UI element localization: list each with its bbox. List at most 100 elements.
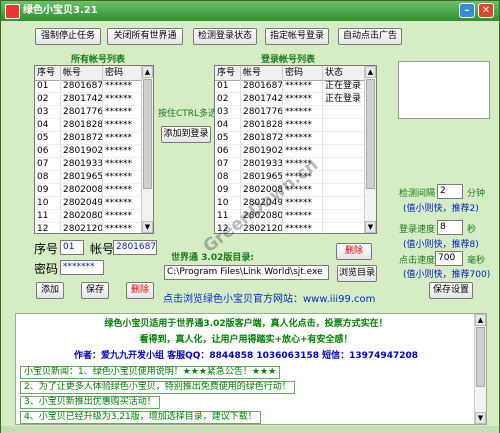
title-bar[interactable]: 绿色小宝贝3.21 – ✕	[1, 1, 499, 21]
directory-path-input[interactable]: C:\Program Files\Link World\sjt.exe	[164, 265, 329, 280]
status-cell	[323, 119, 365, 132]
table-row[interactable]: 08 2801965 ******	[35, 171, 153, 185]
column-header-seq[interactable]: 序号	[35, 66, 61, 80]
scroll-up-arrow-icon[interactable]: ▲	[475, 314, 486, 326]
account-cell: 2801776	[241, 106, 283, 119]
news-item-3[interactable]: 3、小宝贝新推出优惠购买活动！	[20, 396, 160, 409]
login-speed-input[interactable]: 8	[437, 220, 463, 235]
table-row[interactable]: 05 2801872 ******	[35, 132, 153, 146]
account-cell: 2802120	[63, 223, 103, 234]
table-row[interactable]: 02 2801742 ******	[35, 93, 153, 107]
table-row[interactable]: 03 2801776 ******	[215, 106, 376, 120]
notice-line-3: 作者：爱九九开发小组 客服QQ：8844858 1036063158 短信：13…	[73, 351, 419, 361]
password-cell: ******	[103, 158, 143, 171]
all-accounts-table[interactable]: 序号 帐号 密码 01 2801687 ****** 02 2801742 ****** 0…	[34, 65, 154, 234]
news-item-1[interactable]: 小宝贝新闻：1、绿色小宝贝使用说明！★★★紧急公告！★★★	[20, 366, 281, 379]
table-row[interactable]: 01 2801687 ******	[35, 80, 153, 94]
account-cell: 2801742	[241, 93, 283, 106]
account-input[interactable]: 2801687	[113, 240, 157, 255]
left-table-scrollbar[interactable]: ▲ ▼	[141, 66, 153, 233]
official-site-link[interactable]: 点击浏览绿色小宝贝官方网站：www.iii99.com	[163, 290, 375, 305]
password-input[interactable]: *******	[60, 260, 104, 275]
login-speed-hint: (值小则快，推荐8)	[403, 240, 479, 250]
close-all-button[interactable]: 关闭所有世界通	[107, 28, 183, 45]
seq-cell: 02	[215, 93, 241, 106]
password-cell: ******	[283, 93, 323, 106]
status-cell: 正在登录	[323, 93, 365, 106]
auto-click-ads-button[interactable]: 自动点击广告	[338, 28, 402, 45]
seq-cell: 02	[35, 93, 61, 106]
seq-cell: 01	[215, 80, 241, 93]
column-header-status[interactable]: 状态	[323, 66, 365, 80]
table-row[interactable]: 03 2801776 ******	[35, 106, 153, 120]
app-window: 绿色小宝贝3.21 – ✕ 强制停止任务 关闭所有世界通 检测登录状态 指定帐号…	[0, 0, 500, 433]
force-stop-button[interactable]: 强制停止任务	[35, 28, 101, 45]
click-speed-unit: 毫秒	[467, 256, 486, 266]
news-item-4[interactable]: 4、小宝贝已经升级为3.21版，增加选择目录，建议下载！	[20, 411, 261, 424]
app-icon	[5, 4, 20, 19]
password-cell: ******	[283, 145, 323, 158]
delete-account-button[interactable]: 删除	[126, 282, 154, 299]
add-to-login-button[interactable]: 添加到登录	[161, 126, 211, 143]
table-row[interactable]: 01 2801687 ****** 正在登录	[215, 80, 376, 94]
login-accounts-table[interactable]: 序号 帐号 密码 状态 01 2801687 ****** 正在登录 02 2801742…	[214, 65, 377, 234]
news-item-2[interactable]: 2、为了让更多人体验绿色小宝贝，特别推出免费使用的绿色行动！	[20, 381, 295, 394]
scroll-thumb[interactable]	[476, 327, 485, 387]
table-row[interactable]: 07 2801933 ******	[35, 158, 153, 172]
scroll-thumb[interactable]	[143, 79, 152, 189]
table-row[interactable]: 09 2802008 ******	[35, 184, 153, 198]
delete-login-button[interactable]: 删除	[336, 243, 372, 260]
column-header-password[interactable]: 密码	[283, 66, 323, 80]
right-table-scrollbar[interactable]: ▲ ▼	[364, 66, 376, 233]
table-row[interactable]: 11 2802080 ******	[35, 210, 153, 224]
interval-unit: 分钟	[467, 189, 486, 199]
column-header-account[interactable]: 帐号	[241, 66, 283, 80]
check-login-button[interactable]: 检测登录状态	[193, 28, 257, 45]
password-cell: ******	[283, 223, 323, 233]
specify-login-button[interactable]: 指定帐号登录	[265, 28, 329, 45]
interval-input[interactable]: 2	[437, 184, 463, 199]
browse-directory-button[interactable]: 浏览目录	[337, 265, 377, 282]
password-cell: ******	[103, 119, 143, 132]
news-panel: 绿色小宝贝适用于世界通3.02版客户端，真人化点击，投票方式实在！ 看得到，真人…	[15, 313, 487, 425]
column-header-password[interactable]: 密码	[103, 66, 143, 80]
column-header-account[interactable]: 帐号	[61, 66, 103, 80]
scroll-down-arrow-icon[interactable]: ▼	[142, 221, 153, 233]
table-row[interactable]: 12 2802120 ******	[35, 223, 153, 234]
table-row[interactable]: 06 2801902 ******	[215, 145, 376, 159]
account-cell: 2802049	[61, 197, 103, 210]
scroll-down-arrow-icon[interactable]: ▼	[365, 221, 376, 233]
side-listbox[interactable]	[398, 61, 490, 119]
save-account-button[interactable]: 保存	[81, 282, 109, 299]
table-row[interactable]: 05 2801872 ******	[215, 132, 376, 146]
seq-cell: 08	[35, 171, 61, 184]
minimize-button[interactable]: –	[459, 3, 475, 18]
close-button[interactable]: ✕	[478, 3, 494, 18]
table-row[interactable]: 04 2801828 ******	[215, 119, 376, 133]
seq-cell: 08	[215, 171, 241, 184]
seq-cell: 03	[35, 106, 61, 119]
scroll-up-arrow-icon[interactable]: ▲	[365, 66, 376, 78]
login-speed-unit: 秒	[467, 225, 477, 235]
scroll-thumb[interactable]	[366, 79, 375, 189]
scroll-up-arrow-icon[interactable]: ▲	[142, 66, 153, 78]
table-row[interactable]: 02 2801742 ****** 正在登录	[215, 93, 376, 107]
account-cell: 2801933	[61, 158, 103, 171]
table-row[interactable]: 10 2802049 ******	[35, 197, 153, 211]
news-scrollbar[interactable]: ▲ ▼	[474, 314, 486, 424]
column-header-seq[interactable]: 序号	[215, 66, 241, 80]
seq-cell: 09	[215, 184, 241, 197]
seq-input[interactable]: 01	[60, 240, 84, 255]
password-cell: ******	[103, 80, 143, 93]
ctrl-multiselect-hint: 按住CTRL多选	[158, 109, 218, 119]
table-row[interactable]: 06 2801902 ******	[35, 145, 153, 159]
table-row[interactable]: 04 2801828 ******	[35, 119, 153, 133]
login-accounts-title: 登录帐号列表	[261, 55, 316, 65]
click-speed-input[interactable]: 700	[435, 251, 463, 266]
scroll-down-arrow-icon[interactable]: ▼	[475, 412, 486, 424]
save-settings-button[interactable]: 保存设置	[429, 282, 473, 299]
password-cell: ******	[103, 210, 143, 223]
password-cell: ******	[283, 80, 323, 93]
password-cell: ******	[283, 119, 323, 132]
add-account-button[interactable]: 添加	[36, 282, 64, 299]
